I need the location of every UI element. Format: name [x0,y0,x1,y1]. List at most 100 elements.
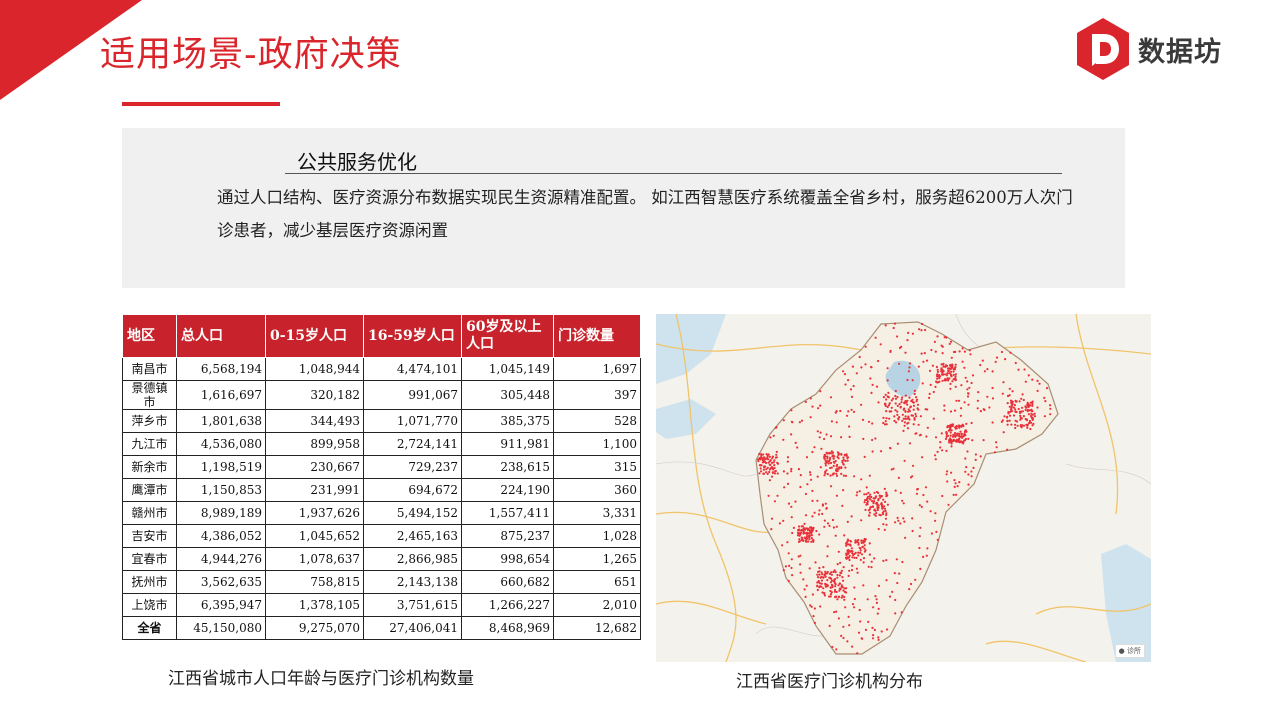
clinic-marker [929,383,932,386]
clinic-marker [767,494,770,497]
clinic-marker [817,570,820,573]
clinic-marker [1031,417,1035,420]
clinic-marker [849,388,853,391]
value-cell: 9,275,070 [265,616,364,640]
clinic-marker [884,324,887,327]
clinic-marker [872,634,875,637]
clinic-marker [827,462,830,465]
clinic-marker [826,457,829,460]
clinic-marker [782,438,785,441]
clinic-marker [929,510,932,513]
clinic-marker [908,396,911,399]
value-cell: 1,150,853 [176,478,266,502]
value-cell: 1,378,105 [265,593,364,617]
clinic-marker [864,549,867,552]
clinic-marker [767,453,770,456]
clinic-marker [805,531,809,534]
clinic-marker [890,406,893,409]
clinic-marker [1018,400,1021,403]
clinic-marker [1029,427,1032,431]
clinic-marker [770,528,773,531]
clinic-marker [1030,412,1033,415]
clinic-marker [892,326,895,330]
clinic-marker [1033,415,1037,418]
clinic-marker [848,569,851,572]
clinic-marker [840,453,843,456]
clinic-marker [946,470,949,473]
column-header: 0-15岁人口 [265,314,364,358]
clinic-marker [881,507,884,510]
clinic-marker [800,525,803,528]
clinic-marker [884,420,887,423]
clinic-marker [882,513,885,516]
clinic-marker [872,497,875,500]
clinic-marker [915,432,918,435]
clinic-marker [823,453,826,456]
clinic-marker [1008,419,1011,422]
clinic-marker [886,367,889,370]
clinic-marker [884,517,887,520]
clinic-marker [846,520,849,523]
clinic-marker [842,489,845,492]
clinic-marker [885,579,888,582]
clinic-marker [871,422,874,425]
clinic-marker [818,436,821,439]
value-cell: 231,991 [265,478,364,502]
clinic-marker [870,391,873,394]
clinic-marker [958,481,961,484]
clinic-marker [958,426,961,429]
table-row: 吉安市 4,386,052 1,045,652 2,465,163 875,237 1,0… [122,524,641,548]
clinic-marker [1036,389,1039,392]
clinic-marker [786,482,790,485]
clinic-marker [788,564,791,567]
clinic-marker [864,628,868,631]
clinic-marker [966,395,970,398]
clinic-marker [993,451,997,454]
clinic-marker [828,576,831,579]
clinic-marker [855,556,858,559]
clinic-marker [1025,419,1029,422]
clinic-marker [882,523,885,526]
clinic-marker [915,400,918,403]
clinic-marker [886,503,889,506]
clinic-marker [849,540,852,543]
clinic-marker [877,584,881,587]
clinic-marker [1012,406,1015,409]
clinic-marker [924,328,927,332]
clinic-marker [822,587,825,590]
value-cell: 8,989,189 [176,501,266,525]
clinic-marker [1027,413,1030,416]
clinic-marker [846,459,849,462]
clinic-marker [945,473,948,476]
clinic-marker [953,485,956,488]
clinic-marker [798,534,801,537]
clinic-marker [792,526,795,529]
clinic-marker [810,529,813,532]
value-cell: 1,028 [553,524,641,548]
region-cell: 抚州市 [122,570,177,594]
clinic-marker [819,390,822,393]
clinic-marker [842,370,845,373]
clinic-marker [884,393,887,396]
table-row: 宜春市 4,944,276 1,078,637 2,866,985 998,654 1,2… [122,547,641,571]
brand-mark-icon [1077,18,1129,80]
clinic-marker [803,522,806,525]
clinic-marker [836,576,839,579]
clinic-marker [858,608,861,612]
clinic-marker [957,440,960,443]
clinic-marker [907,331,910,334]
clinic-marker [863,493,866,496]
clinic-marker [946,377,949,380]
region-cell: 上饶市 [122,593,177,617]
clinic-marker [890,399,893,402]
value-cell: 305,448 [461,380,554,410]
region-cell: 赣州市 [122,501,177,525]
clinic-marker [926,500,929,503]
clinic-marker [873,491,876,494]
clinic-marker [826,473,829,476]
clinic-marker [859,558,862,561]
clinic-marker [903,421,907,424]
value-cell: 1,697 [553,357,641,381]
clinic-marker [810,527,813,530]
value-cell: 238,615 [461,455,554,479]
